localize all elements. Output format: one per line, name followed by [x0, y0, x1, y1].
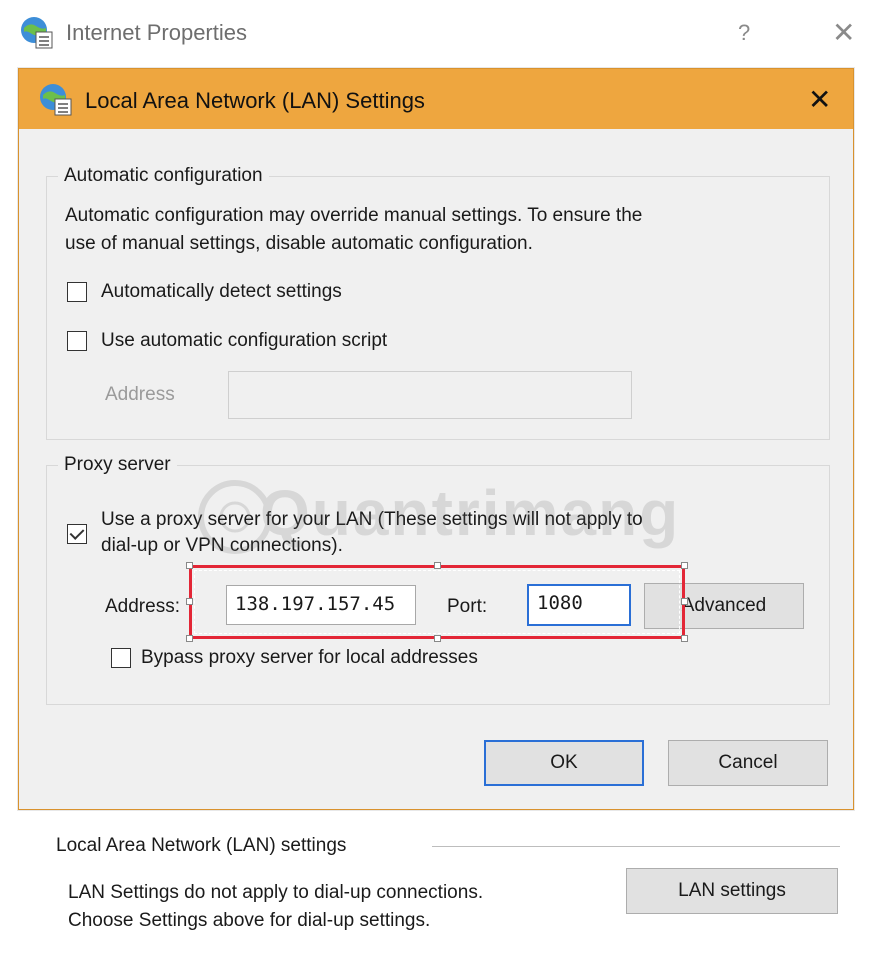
- auto-config-description-line2: use of manual settings, disable automati…: [65, 233, 533, 254]
- lan-section-heading: Local Area Network (LAN) settings: [56, 835, 347, 856]
- use-proxy-label-line2[interactable]: dial-up or VPN connections).: [101, 535, 343, 557]
- resize-handle[interactable]: [681, 635, 688, 642]
- resize-handle[interactable]: [681, 598, 688, 605]
- bypass-local-label[interactable]: Bypass proxy server for local addresses: [141, 647, 478, 669]
- dialog-titlebar[interactable]: Local Area Network (LAN) Settings ✕: [19, 69, 853, 129]
- ok-button[interactable]: OK: [484, 740, 644, 786]
- proxy-address-label: Address:: [105, 596, 180, 617]
- parent-window-title: Internet Properties: [66, 20, 247, 45]
- highlight-box-inner: [194, 570, 680, 634]
- proxy-server-legend: Proxy server: [58, 454, 177, 476]
- auto-config-script-label[interactable]: Use automatic configuration script: [101, 330, 387, 352]
- use-proxy-checkbox[interactable]: [67, 524, 87, 544]
- section-divider: [432, 846, 840, 847]
- internet-properties-icon: [21, 17, 53, 49]
- lan-description-line1: LAN Settings do not apply to dial-up con…: [68, 882, 484, 903]
- detect-settings-label[interactable]: Automatically detect settings: [101, 281, 342, 303]
- highlight-box: [189, 565, 685, 639]
- auto-config-description-line1: Automatic configuration may override man…: [65, 205, 643, 226]
- resize-handle[interactable]: [681, 562, 688, 569]
- resize-handle[interactable]: [434, 562, 441, 569]
- bypass-local-checkbox[interactable]: [111, 648, 131, 668]
- auto-config-script-checkbox[interactable]: [67, 331, 87, 351]
- auto-config-address-input[interactable]: [228, 371, 632, 419]
- help-button[interactable]: ?: [738, 20, 750, 46]
- lan-settings-icon: [40, 84, 72, 116]
- lan-description-line2: Choose Settings above for dial-up settin…: [68, 910, 431, 931]
- detect-settings-checkbox[interactable]: [67, 282, 87, 302]
- use-proxy-label-line1[interactable]: Use a proxy server for your LAN (These s…: [101, 509, 643, 531]
- dialog-close-button[interactable]: ✕: [808, 83, 831, 116]
- resize-handle[interactable]: [186, 562, 193, 569]
- lan-settings-button[interactable]: LAN settings: [626, 868, 838, 914]
- automatic-configuration-legend: Automatic configuration: [58, 165, 269, 187]
- resize-handle[interactable]: [186, 598, 193, 605]
- resize-handle[interactable]: [186, 635, 193, 642]
- parent-close-button[interactable]: ✕: [832, 16, 855, 49]
- cancel-button[interactable]: Cancel: [668, 740, 828, 786]
- dialog-title: Local Area Network (LAN) Settings: [85, 88, 425, 113]
- auto-config-address-label: Address: [105, 384, 175, 405]
- resize-handle[interactable]: [434, 635, 441, 642]
- lan-settings-dialog: Local Area Network (LAN) Settings ✕ Auto…: [18, 68, 854, 810]
